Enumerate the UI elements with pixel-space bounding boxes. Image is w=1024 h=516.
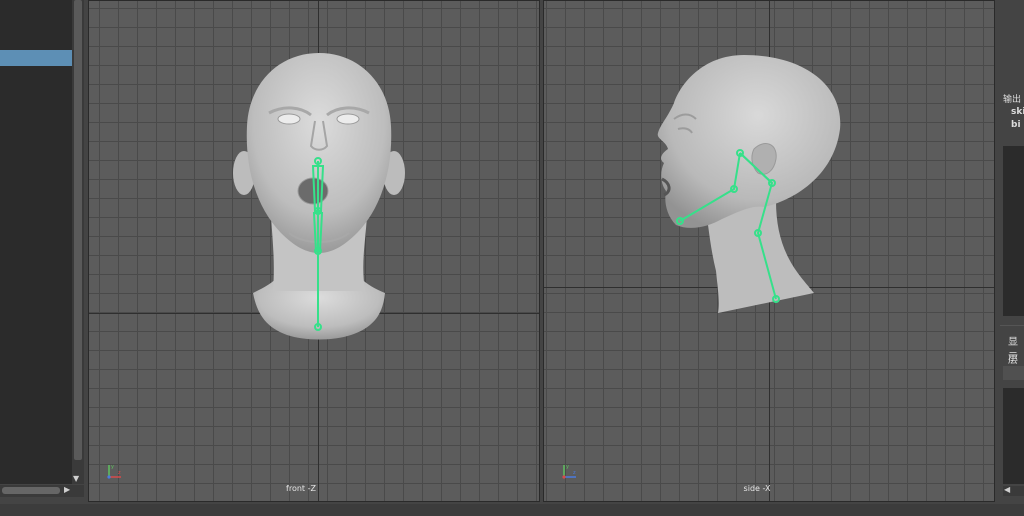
output-connection-item[interactable]: ski [1011,107,1024,117]
side-viewport[interactable]: y z side -X [543,0,995,502]
xyz-axes-icon: y z [107,464,121,479]
outliner-hscroll-thumb[interactable] [2,487,60,494]
front-camera-label: front -Z [286,484,316,493]
svg-text:y: y [566,464,569,470]
xyz-axes-icon: y z [562,464,576,479]
svg-text:z: z [573,470,576,476]
svg-text:z: z [118,470,121,476]
side-camera-label: side -X [743,484,771,493]
side-head-model[interactable] [544,1,995,502]
side-head-mesh [657,55,841,228]
output-connection-item[interactable]: bi [1011,120,1021,130]
triangle-left-icon[interactable]: ◀ [1004,485,1010,494]
svg-text:y: y [111,464,114,470]
front-left-eye [277,113,301,125]
status-bar [0,504,1024,516]
triangle-right-icon[interactable]: ▶ [64,485,70,494]
layer-toolbar[interactable] [1003,366,1024,380]
outliner-list[interactable] [0,0,72,484]
layer-list[interactable] [1003,388,1024,484]
tab-layers[interactable]: 层 [1008,351,1018,366]
outliner-selected-item[interactable] [0,50,72,66]
outputs-heading: 输出 [1003,95,1022,105]
outliner-scrollbar-thumb[interactable] [74,0,82,460]
channel-box-attribute-list[interactable] [1003,146,1024,316]
front-viewport[interactable]: y z front -Z [88,0,540,502]
triangle-down-icon[interactable]: ▼ [73,474,79,483]
panel-divider [1000,325,1024,326]
front-head-model[interactable] [89,1,540,502]
front-right-eye [336,113,360,125]
